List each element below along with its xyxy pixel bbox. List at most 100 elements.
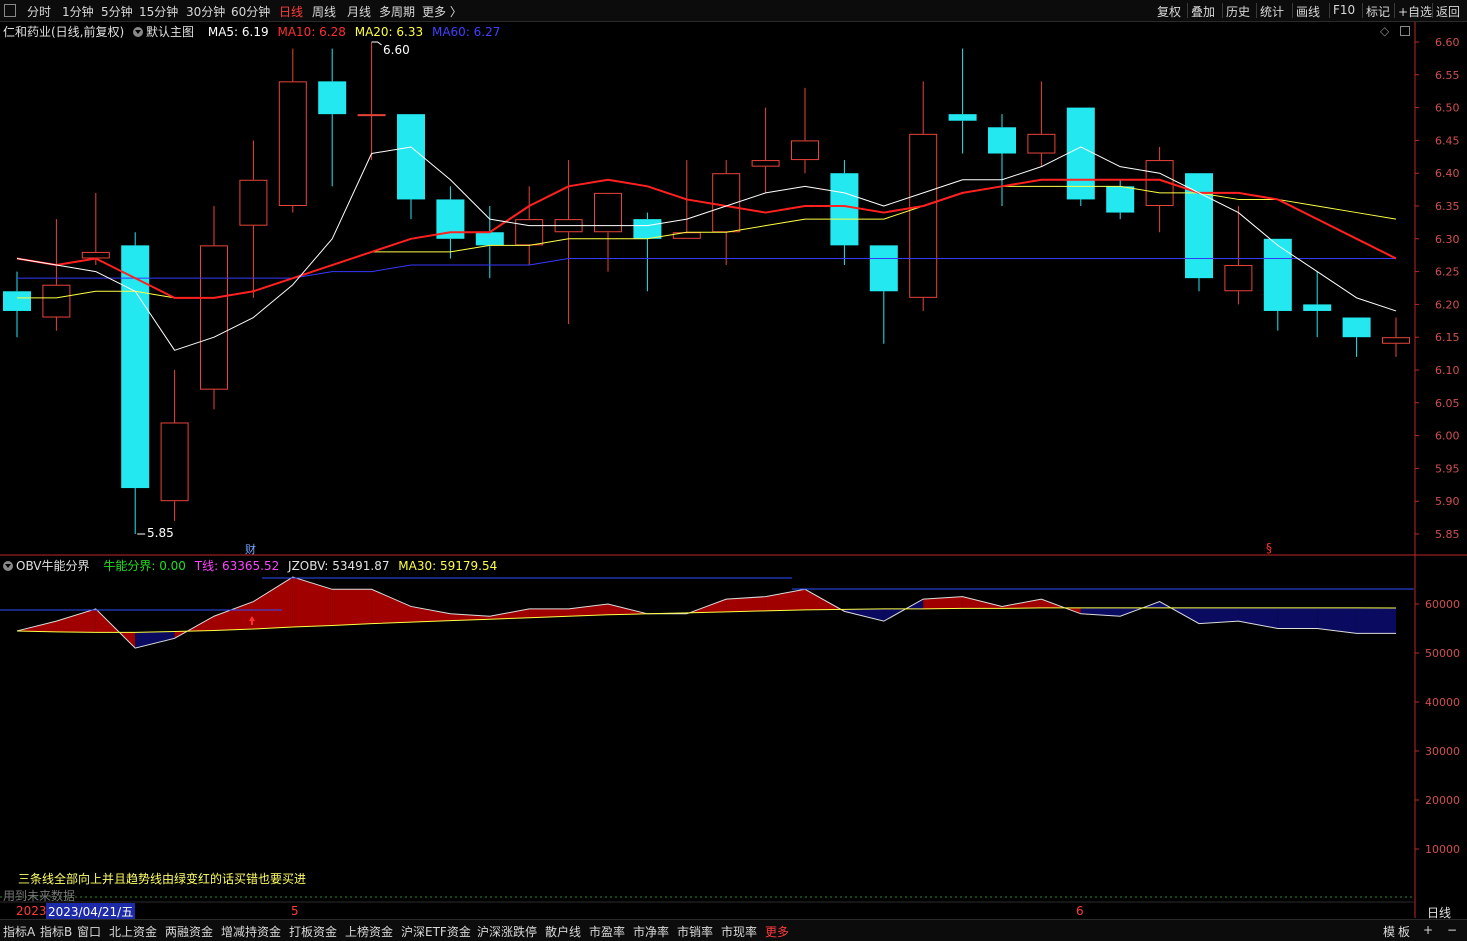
candle <box>278 48 307 213</box>
candle <box>1145 146 1174 233</box>
candle <box>42 219 71 331</box>
year-label: 2023 <box>16 904 47 918</box>
candle <box>3 271 31 338</box>
candle <box>1106 179 1135 220</box>
obv-fill-segment <box>56 608 96 633</box>
candle-body <box>830 173 859 246</box>
y-tick-label: 6.15 <box>1435 331 1460 344</box>
indicator-tab-4[interactable]: 两融资金 <box>165 923 213 940</box>
candle <box>948 48 977 154</box>
future-data-note: 用到未来数据 <box>3 889 76 903</box>
candle-body <box>42 284 71 318</box>
candle <box>397 114 425 220</box>
candle <box>1303 271 1332 338</box>
cursor-date: 2023/04/21/五 <box>46 903 136 920</box>
candle <box>436 186 465 259</box>
indicator-tab-7[interactable]: 上榜资金 <box>345 923 393 940</box>
candle <box>1382 317 1410 357</box>
indicator-tab-6[interactable]: 打板资金 <box>289 923 337 940</box>
indicator-tab-13[interactable]: 市销率 <box>677 923 713 940</box>
y-tick-label: 6.05 <box>1435 397 1460 410</box>
sub-y-tick-label: 30000 <box>1425 745 1460 758</box>
candle-body <box>633 219 662 239</box>
candle <box>200 206 228 410</box>
candle-body <box>751 160 780 167</box>
bottom-control-0[interactable]: 模 <box>1383 923 1395 940</box>
y-tick-label: 6.25 <box>1435 266 1460 279</box>
candle <box>160 370 189 521</box>
bottom-control-1[interactable]: 板 <box>1398 923 1410 940</box>
indicator-tab-8[interactable]: 沪深ETF资金 <box>401 923 471 940</box>
indicator-tabs: 指标A 指标B 窗口 北上资金 两融资金 增减持资金 打板资金 上榜资金 沪深ETF资金 沪深涨跌… <box>0 919 1467 941</box>
y-tick-label: 6.55 <box>1435 69 1460 82</box>
candle-body <box>1066 107 1095 200</box>
date-axis: 2023 2023/04/21/五 5 6 <box>0 903 1414 920</box>
high-pointer <box>371 41 382 46</box>
candle-body <box>988 127 1016 154</box>
sub-y-tick-label: 10000 <box>1425 843 1460 856</box>
candle-body <box>869 245 898 292</box>
candle-body <box>1303 304 1332 311</box>
y-tick-label: 6.10 <box>1435 364 1460 377</box>
strategy-note: 三条线全部向上并且趋势线由绿变红的话买错也要买进 <box>18 872 307 886</box>
sub-y-tick-label: 60000 <box>1425 598 1460 611</box>
candle-body <box>791 140 819 161</box>
candle-body <box>397 114 425 200</box>
finance-marker[interactable]: 财 <box>245 541 256 557</box>
y-tick-label: 5.85 <box>1435 528 1460 541</box>
obv-fill-segment <box>332 589 372 626</box>
s-marker[interactable]: § <box>1266 541 1272 555</box>
candle-body <box>278 81 307 206</box>
bottom-control-2[interactable]: + <box>1423 923 1433 937</box>
indicator-tab-15[interactable]: 更多 <box>765 923 789 940</box>
candle-body <box>1382 337 1410 344</box>
candle-body <box>475 232 504 246</box>
bottom-control-3[interactable]: − <box>1447 923 1457 937</box>
candle <box>1263 238 1292 331</box>
low-label: 5.85 <box>147 526 174 540</box>
sub-y-tick-label: 50000 <box>1425 647 1460 660</box>
candle-body <box>200 245 228 390</box>
y-tick-label: 6.45 <box>1435 134 1460 147</box>
indicator-tab-5[interactable]: 增减持资金 <box>221 923 281 940</box>
indicator-tab-11[interactable]: 市盈率 <box>589 923 625 940</box>
indicator-tab-14[interactable]: 市现率 <box>721 923 757 940</box>
candle-body <box>909 133 938 298</box>
candle-body <box>357 114 386 117</box>
candle-body <box>3 291 31 311</box>
candle-body <box>1106 186 1135 213</box>
candle <box>1185 173 1213 292</box>
candle <box>239 140 268 298</box>
indicator-tab-9[interactable]: 沪深涨跌停 <box>477 923 537 940</box>
chart-canvas[interactable]: 6.60 6.55 6.50 6.45 6.40 6.35 6.30 6.25 6.20 6.15… <box>0 0 1467 940</box>
y-tick-label: 6.60 <box>1435 36 1460 49</box>
obv-fill-segment <box>292 577 333 628</box>
candle-body <box>1224 265 1253 292</box>
indicator-tab-12[interactable]: 市净率 <box>633 923 669 940</box>
candle <box>594 192 622 272</box>
obv-fill-segment <box>1238 607 1278 629</box>
y-tick-label: 5.90 <box>1435 495 1460 508</box>
candle <box>712 160 741 266</box>
y-tick-label: 6.40 <box>1435 167 1460 180</box>
candle <box>869 245 898 344</box>
sub-y-tick-label: 40000 <box>1425 696 1460 709</box>
obv-fill-segment <box>568 604 608 617</box>
indicator-tab-3[interactable]: 北上资金 <box>109 923 157 940</box>
candle-body <box>1342 317 1371 338</box>
indicator-tab-2[interactable]: 窗口 <box>77 923 101 940</box>
y-tick-label: 6.50 <box>1435 102 1460 115</box>
candle <box>81 192 110 266</box>
obv-fill-segment <box>1356 607 1396 634</box>
month-5-label: 5 <box>291 904 299 918</box>
indicator-tab-1[interactable]: 指标B <box>40 923 72 940</box>
obv-fill-segment <box>214 601 254 631</box>
obv-fill-segment <box>253 577 293 629</box>
candle-body <box>515 219 544 246</box>
indicator-tab-0[interactable]: 指标A <box>3 923 35 940</box>
y-tick-label: 5.95 <box>1435 462 1460 475</box>
candle <box>357 42 386 161</box>
month-6-label: 6 <box>1076 904 1084 918</box>
indicator-tab-10[interactable]: 散户线 <box>545 923 581 940</box>
obv-fill-segment <box>1277 607 1318 629</box>
